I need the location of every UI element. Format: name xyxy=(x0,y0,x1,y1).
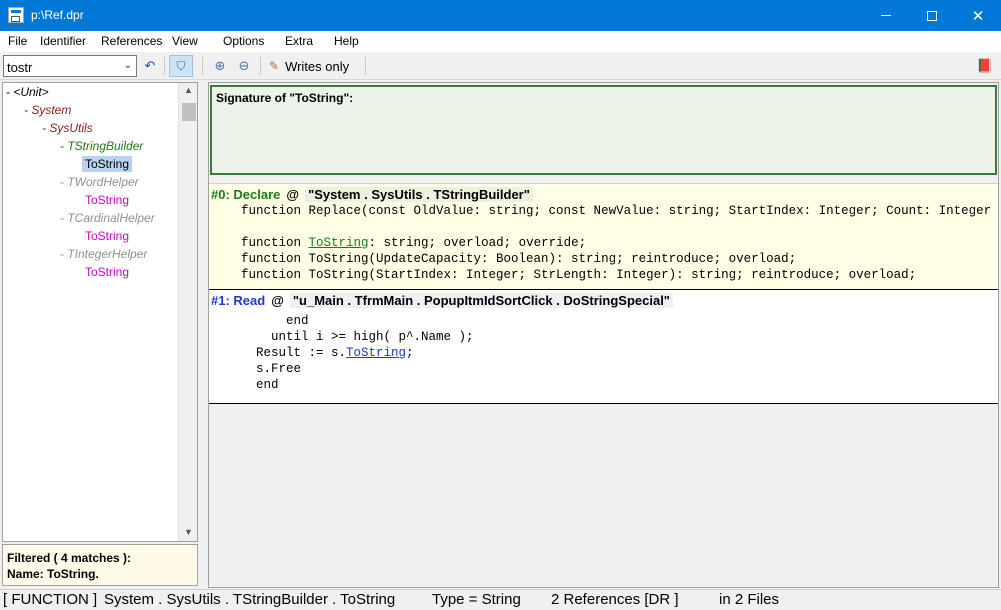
scroll-thumb[interactable] xyxy=(182,103,196,121)
panel-splitter[interactable] xyxy=(200,82,206,588)
status-kind: [ FUNCTION ] xyxy=(3,591,98,608)
help-book-button[interactable]: 📕 xyxy=(975,55,995,77)
tree-node-twordhelper[interactable]: - TWordHelper xyxy=(60,175,139,189)
maximize-icon xyxy=(927,10,937,21)
zoom-in-icon: ⊕ xyxy=(214,58,226,73)
reference-path: "u_Main . TfrmMain . PopupItmIdSortClick… xyxy=(289,293,673,308)
book-icon: 📕 xyxy=(976,58,994,73)
zoom-in-button[interactable]: ⊕ xyxy=(209,55,231,77)
tostring-link[interactable]: ToString xyxy=(309,236,369,250)
identifier-tree[interactable]: - <Unit> - System - SysUtils - TStringBu… xyxy=(2,82,198,542)
zoom-out-icon: ⊖ xyxy=(238,58,250,73)
tostring-link[interactable]: ToString xyxy=(346,346,406,360)
code-line: s.Free xyxy=(211,362,302,376)
tree-scrollbar[interactable]: ▲ ▼ xyxy=(178,83,197,541)
writes-only-label: Writes only xyxy=(285,58,350,74)
tree-node-tcardinalhelper[interactable]: - TCardinalHelper xyxy=(60,211,155,225)
close-button[interactable]: ✕ xyxy=(955,0,1001,31)
title-bar: p:\Ref.dpr ✕ xyxy=(0,0,1001,31)
toolbar-separator xyxy=(365,57,366,75)
references-view: Signature of "ToString": #0: Declare @ "Sy… xyxy=(208,82,999,588)
tree-node-tostring[interactable]: ToString xyxy=(85,265,129,279)
at-symbol: @ xyxy=(286,187,300,202)
code-line: until i >= high( p^.Name ); xyxy=(211,330,474,344)
filter-info-box: Filtered ( 4 matches ): Name: ToString. xyxy=(2,544,198,586)
writes-only-button[interactable]: ✎ Writes only xyxy=(266,55,362,77)
scroll-up-icon[interactable]: ▲ xyxy=(184,85,193,95)
tree-node-tostring[interactable]: ToString xyxy=(85,229,129,243)
window-title: p:\Ref.dpr xyxy=(31,8,84,22)
toolbar-separator xyxy=(202,57,203,75)
code-line: function ToString(UpdateCapacity: Boolea… xyxy=(211,252,797,266)
reference-kind: #1: Read xyxy=(211,293,266,308)
tree-node-tostring-selected[interactable]: ToString xyxy=(82,156,133,172)
scroll-down-icon[interactable]: ▼ xyxy=(184,527,193,537)
code-line: function Replace(const OldValue: string;… xyxy=(211,204,992,218)
maximize-button[interactable] xyxy=(909,0,955,31)
menu-identifier[interactable]: Identifier xyxy=(40,34,86,48)
tree-node-system[interactable]: - System xyxy=(24,103,71,117)
reference-header: #0: Declare @ "System . SysUtils . TString… xyxy=(211,187,533,202)
minimize-icon xyxy=(881,15,891,16)
menu-file[interactable]: File xyxy=(8,34,27,48)
filter-toggle-button[interactable]: ⛉ xyxy=(169,55,193,77)
filter-icon: ⛉ xyxy=(176,58,186,73)
signature-title: Signature of "ToString": xyxy=(216,91,354,105)
reference-path: "System . SysUtils . TStringBuilder" xyxy=(305,187,533,202)
menu-options[interactable]: Options xyxy=(223,34,264,48)
menu-extra[interactable]: Extra xyxy=(285,34,313,48)
code-line-highlight: Result := s.ToString; xyxy=(211,346,414,360)
minimize-button[interactable] xyxy=(863,0,909,31)
app-icon xyxy=(8,7,24,23)
search-input[interactable]: tostr xyxy=(7,60,32,75)
menu-help[interactable]: Help xyxy=(334,34,359,48)
tree-node-tstringbuilder[interactable]: - TStringBuilder xyxy=(60,139,143,153)
reference-read[interactable]: #1: Read @ "u_Main . TfrmMain . PopupItmId… xyxy=(209,289,998,404)
at-symbol: @ xyxy=(271,293,284,308)
chevron-down-icon[interactable]: ⌄ xyxy=(124,60,132,71)
toolbar-separator xyxy=(164,57,165,75)
tree-node-tostring[interactable]: ToString xyxy=(85,193,129,207)
status-files: in 2 Files xyxy=(719,591,780,608)
close-icon: ✕ xyxy=(971,7,985,25)
filter-info-line1: Filtered ( 4 matches ): xyxy=(7,551,132,565)
tree-node-sysutils[interactable]: - SysUtils xyxy=(42,121,93,135)
reference-header: #1: Read @ "u_Main . TfrmMain . PopupItmId… xyxy=(211,293,673,308)
tree-node-unit[interactable]: - <Unit> xyxy=(6,85,49,99)
tree-node-tintegerhelper[interactable]: - TIntegerHelper xyxy=(60,247,147,261)
code-line: function ToString(StartIndex: Integer; S… xyxy=(211,268,917,282)
status-bar: [ FUNCTION ] System . SysUtils . TString… xyxy=(0,589,1001,610)
search-combo[interactable]: tostr ⌄ xyxy=(3,55,137,77)
code-line: end xyxy=(211,378,279,392)
code-line: end xyxy=(211,314,309,328)
status-references: 2 References [DR ] xyxy=(551,591,679,608)
undo-button[interactable]: ↶ xyxy=(140,55,160,77)
menu-view[interactable]: View xyxy=(172,34,198,48)
toolbar: tostr ⌄ ↶ ⛉ ⊕ ⊖ ✎ Writes only 📕 xyxy=(0,52,1001,80)
status-type: Type = String xyxy=(432,591,521,608)
menu-references[interactable]: References xyxy=(101,34,162,48)
reference-kind: #0: Declare xyxy=(211,187,281,202)
reference-declare[interactable]: #0: Declare @ "System . SysUtils . TString… xyxy=(209,183,998,289)
signature-box: Signature of "ToString": xyxy=(210,85,997,175)
zoom-out-button[interactable]: ⊖ xyxy=(233,55,255,77)
code-line-highlight: function ToString: string; overload; ove… xyxy=(211,236,587,250)
toolbar-separator xyxy=(260,57,261,75)
pencil-icon: ✎ xyxy=(269,59,280,73)
undo-icon: ↶ xyxy=(144,58,156,73)
status-path: System . SysUtils . TStringBuilder . ToS… xyxy=(104,591,396,608)
menu-bar: File Identifier References View Options … xyxy=(0,31,1001,52)
filter-info-line2: Name: ToString. xyxy=(7,567,99,581)
